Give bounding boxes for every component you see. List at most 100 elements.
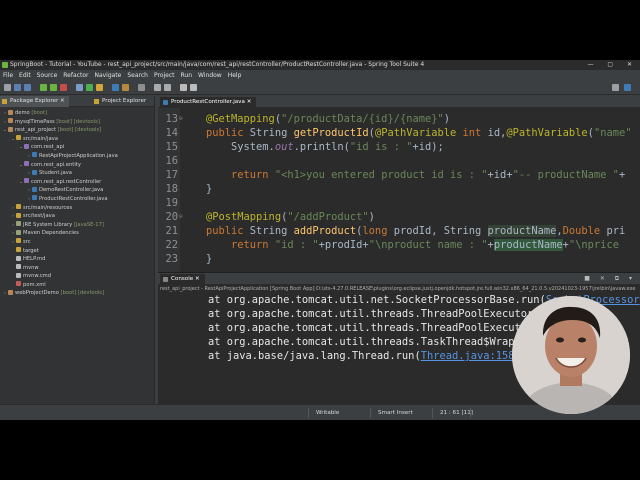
code-line[interactable]: 19 [158, 196, 640, 210]
status-separator [432, 408, 433, 418]
tree-item-label: rest_api_project [15, 127, 57, 134]
tree-item-label: HELP.md [23, 256, 46, 263]
code-line[interactable]: 22 return "id : "+prodId+"\nproduct name… [158, 238, 640, 252]
tree-item[interactable]: › JRE System Library [JavaSE-17] [0, 221, 154, 230]
relaunch-icon[interactable] [50, 84, 57, 91]
menu-project[interactable]: Project [151, 70, 178, 81]
new-icon[interactable] [4, 84, 11, 91]
coverage-icon[interactable] [96, 84, 103, 91]
menu-help[interactable]: Help [225, 70, 245, 81]
tree-item-label: DemoRestController.java [39, 187, 104, 194]
tree-item[interactable]: › mysqlTimePass [boot] [devtools] [0, 118, 154, 127]
code-line[interactable]: 16 [158, 154, 640, 168]
fold-icon[interactable]: ⊖ [179, 112, 183, 126]
tree-item[interactable]: › Maven Dependencies [0, 229, 154, 238]
stack-trace-link[interactable]: Thread.java:1583 [421, 350, 521, 362]
tab-product-rest-controller[interactable]: ProductRestController.java ✕ [160, 97, 257, 108]
code-line[interactable]: 13 ⊖ @GetMapping("/productData/{id}/{name}… [158, 112, 640, 126]
video-letterbox-top [0, 0, 640, 60]
code-line[interactable]: 15 System.out.println("id is : "+id); [158, 140, 640, 154]
code-text-area[interactable]: 13 ⊖ @GetMapping("/productData/{id}/{name}… [158, 108, 640, 292]
save-icon[interactable] [14, 84, 21, 91]
tree-item[interactable]: › Student.java [0, 169, 154, 178]
console-line-text: at org.apache.tomcat.util.threads.TaskTh… [208, 336, 521, 348]
close-icon[interactable]: ✕ [60, 98, 65, 104]
code-line[interactable]: 18} [158, 182, 640, 196]
tree-item[interactable]: › demo [boot] [0, 109, 154, 118]
code-line[interactable]: 20 ⊖ @PostMapping("/addProduct") [158, 210, 640, 224]
tree-item[interactable]: › webProjectDemo [boot] [devtools] [0, 289, 154, 298]
previous-annotation-icon[interactable] [164, 84, 171, 91]
console-toolbar[interactable]: ■ ✕ ⧉ ▾ [584, 275, 636, 283]
tree-item-icon [24, 143, 29, 149]
tree-item[interactable]: ⌄ rest_api_project [boot] [devtools] [0, 126, 154, 135]
menu-refactor[interactable]: Refactor [60, 70, 91, 81]
new-java-class-icon[interactable] [112, 84, 119, 91]
save-all-icon[interactable] [24, 84, 31, 91]
line-number: 18 [165, 183, 178, 195]
close-icon[interactable]: ✕ [195, 276, 200, 282]
line-number: 16 [165, 155, 178, 167]
tree-item[interactable]: target [0, 247, 154, 256]
menu-edit[interactable]: Edit [16, 70, 34, 81]
code-editor: ProductRestController.java ✕ 13 ⊖ @GetMapp… [158, 96, 640, 292]
tree-item-label: com.rest_api [31, 144, 65, 151]
forward-icon[interactable] [190, 84, 197, 91]
line-number: 13 [165, 113, 178, 125]
line-number: 14 [165, 127, 178, 139]
tree-item[interactable]: › src/test/java [0, 212, 154, 221]
back-icon[interactable] [180, 84, 187, 91]
code-line[interactable]: 17 return "<h1>you entered product id is… [158, 168, 640, 182]
java-perspective-icon[interactable] [624, 84, 631, 91]
menu-file[interactable]: File [0, 70, 16, 81]
line-number: 17 [165, 169, 178, 181]
tree-item[interactable]: HELP.md [0, 255, 154, 264]
tab-project-explorer[interactable]: Project Explorer [92, 96, 146, 107]
tree-item[interactable]: ⌄ com.rest_api.entity [0, 161, 154, 170]
tree-item-icon [16, 229, 21, 235]
next-annotation-icon[interactable] [154, 84, 161, 91]
tab-package-explorer-label: Package Explorer [10, 98, 59, 104]
tree-item[interactable]: › src/main/resources [0, 204, 154, 213]
terminate-icon[interactable] [60, 84, 67, 91]
code-line[interactable]: 21 public String addProduct(long prodId, … [158, 224, 640, 238]
tree-item[interactable]: mvnw.cmd [0, 272, 154, 281]
tree-item[interactable]: mvnw [0, 264, 154, 273]
tab-package-explorer[interactable]: Package Explorer ✕ [0, 96, 69, 107]
explorer-tab-bar: Package Explorer ✕ Project Explorer [0, 96, 154, 107]
tree-item[interactable]: › DemoRestController.java [0, 186, 154, 195]
open-perspective-icon[interactable] [612, 84, 619, 91]
tree-item[interactable]: › src [0, 238, 154, 247]
tree-item-icon [8, 126, 13, 132]
package-explorer-icon [2, 99, 7, 104]
menu-navigate[interactable]: Navigate [91, 70, 124, 81]
fold-icon[interactable]: ⊖ [179, 210, 183, 224]
code-text: } [206, 183, 213, 195]
search-icon[interactable] [138, 84, 145, 91]
tree-item-label: mysqlTimePass [15, 118, 55, 125]
tree-item-label: RestApiProjectApplication.java [39, 152, 118, 159]
window-controls[interactable]: — ▢ ✕ [587, 60, 638, 70]
tree-item-icon [16, 221, 21, 227]
menu-window[interactable]: Window [195, 70, 225, 81]
menu-search[interactable]: Search [124, 70, 151, 81]
open-type-icon[interactable] [122, 84, 129, 91]
tree-item-label: mvnw [23, 264, 39, 271]
console-tab-bar: Console ✕ ■ ✕ ⧉ ▾ [158, 273, 640, 285]
code-line[interactable]: 14 public String getProductId(@PathVariab… [158, 126, 640, 140]
debug-icon[interactable] [76, 84, 83, 91]
status-separator [370, 408, 371, 418]
tab-console[interactable]: Console ✕ [160, 274, 205, 285]
close-icon[interactable]: ✕ [247, 99, 252, 105]
menu-run[interactable]: Run [178, 70, 196, 81]
tree-item[interactable]: ⌄ com.rest_api.restController [0, 178, 154, 187]
menu-source[interactable]: Source [34, 70, 61, 81]
tree-item[interactable]: ⌄ src/main/java [0, 135, 154, 144]
run-icon[interactable] [86, 84, 93, 91]
tree-item[interactable]: pom.xml [0, 281, 154, 290]
spring-boot-dashboard-icon[interactable] [40, 84, 47, 91]
tree-item[interactable]: › RestApiProjectApplication.java [0, 152, 154, 161]
tree-item[interactable]: › ProductRestController.java [0, 195, 154, 204]
code-line[interactable]: 23} [158, 252, 640, 266]
tree-item[interactable]: ⌄ com.rest_api [0, 143, 154, 152]
